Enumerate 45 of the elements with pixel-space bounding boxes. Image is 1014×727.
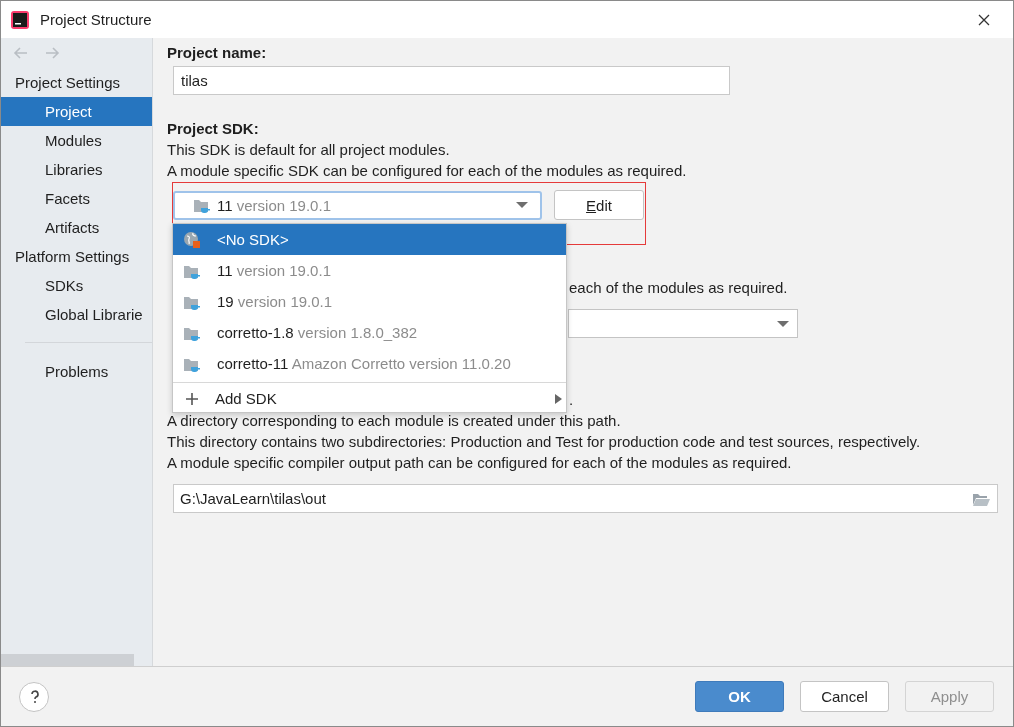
jdk-folder-icon xyxy=(193,197,211,213)
section-heading: Platform Settings xyxy=(14,247,131,267)
sidebar-item[interactable]: Libraries xyxy=(1,155,152,184)
field-label: Project name: xyxy=(167,43,268,63)
description-text: This directory contains two subdirectories: Production and Test for production code and test sources, respectively. xyxy=(167,432,922,452)
sidebar-item[interactable]: Facets xyxy=(1,184,152,213)
dropdown-item[interactable]: corretto-11 Amazon Corretto version 11.0.20 xyxy=(173,348,566,379)
sdk-combo-box[interactable]: 11 version 19.0.1 xyxy=(173,190,542,220)
dropdown-item[interactable]: corretto-1.8 version 1.8.0_382 xyxy=(173,317,566,348)
dialog-button[interactable]: OK xyxy=(695,681,784,712)
add-sdk-item[interactable]: Add SDK xyxy=(173,385,566,412)
description-text: A module specific compiler output path can be configured for each of the modules as required. xyxy=(167,453,793,473)
dropdown-item[interactable]: 19 version 19.0.1 xyxy=(173,286,566,317)
caret-icon xyxy=(777,320,789,327)
description-text: A directory corresponding to each module is created under this path. xyxy=(167,411,622,431)
dropdown-item[interactable]: 11 version 19.0.1 xyxy=(173,255,566,286)
section-heading: Project Settings xyxy=(14,73,122,93)
description-text: . xyxy=(569,390,574,410)
dialog-button: Apply xyxy=(905,681,994,712)
field-label: Project SDK: xyxy=(167,119,260,139)
output-path-field[interactable]: G:\JavaLearn\tilas\out xyxy=(173,484,998,513)
help-button[interactable] xyxy=(19,681,49,712)
sidebar-item[interactable]: Artifacts xyxy=(1,213,152,242)
description-text: This SDK is default for all project modules. xyxy=(167,140,451,160)
app-logo-icon xyxy=(10,9,30,30)
description-text: A module specific SDK can be configured for each of the modules as required. xyxy=(167,161,688,181)
scrollbar-thumb[interactable] xyxy=(1,654,134,666)
sidebar-item[interactable]: Project xyxy=(1,97,152,126)
edit-button[interactable]: Edit xyxy=(554,190,644,220)
sidebar-item[interactable]: Modules xyxy=(1,126,152,155)
dropdown-item[interactable]: <No SDK> xyxy=(173,224,566,255)
sidebar-item[interactable]: Global Librarie xyxy=(1,300,152,329)
caret-icon xyxy=(516,202,528,208)
forward-arrow-icon[interactable] xyxy=(44,46,60,60)
language-level-combo-box[interactable] xyxy=(568,309,798,338)
sidebar-item[interactable]: Problems xyxy=(1,357,152,386)
back-arrow-icon[interactable] xyxy=(13,46,29,60)
no-sdk-globe-icon xyxy=(183,231,200,248)
close-icon[interactable] xyxy=(977,12,991,27)
sidebar-item[interactable]: SDKs xyxy=(1,271,152,300)
window-title: Project Structure xyxy=(40,11,153,28)
description-text: each of the modules as required. xyxy=(569,278,788,298)
project-name-field[interactable]: tilas xyxy=(173,66,730,95)
dialog-button[interactable]: Cancel xyxy=(800,681,889,712)
plus-icon xyxy=(186,392,198,405)
